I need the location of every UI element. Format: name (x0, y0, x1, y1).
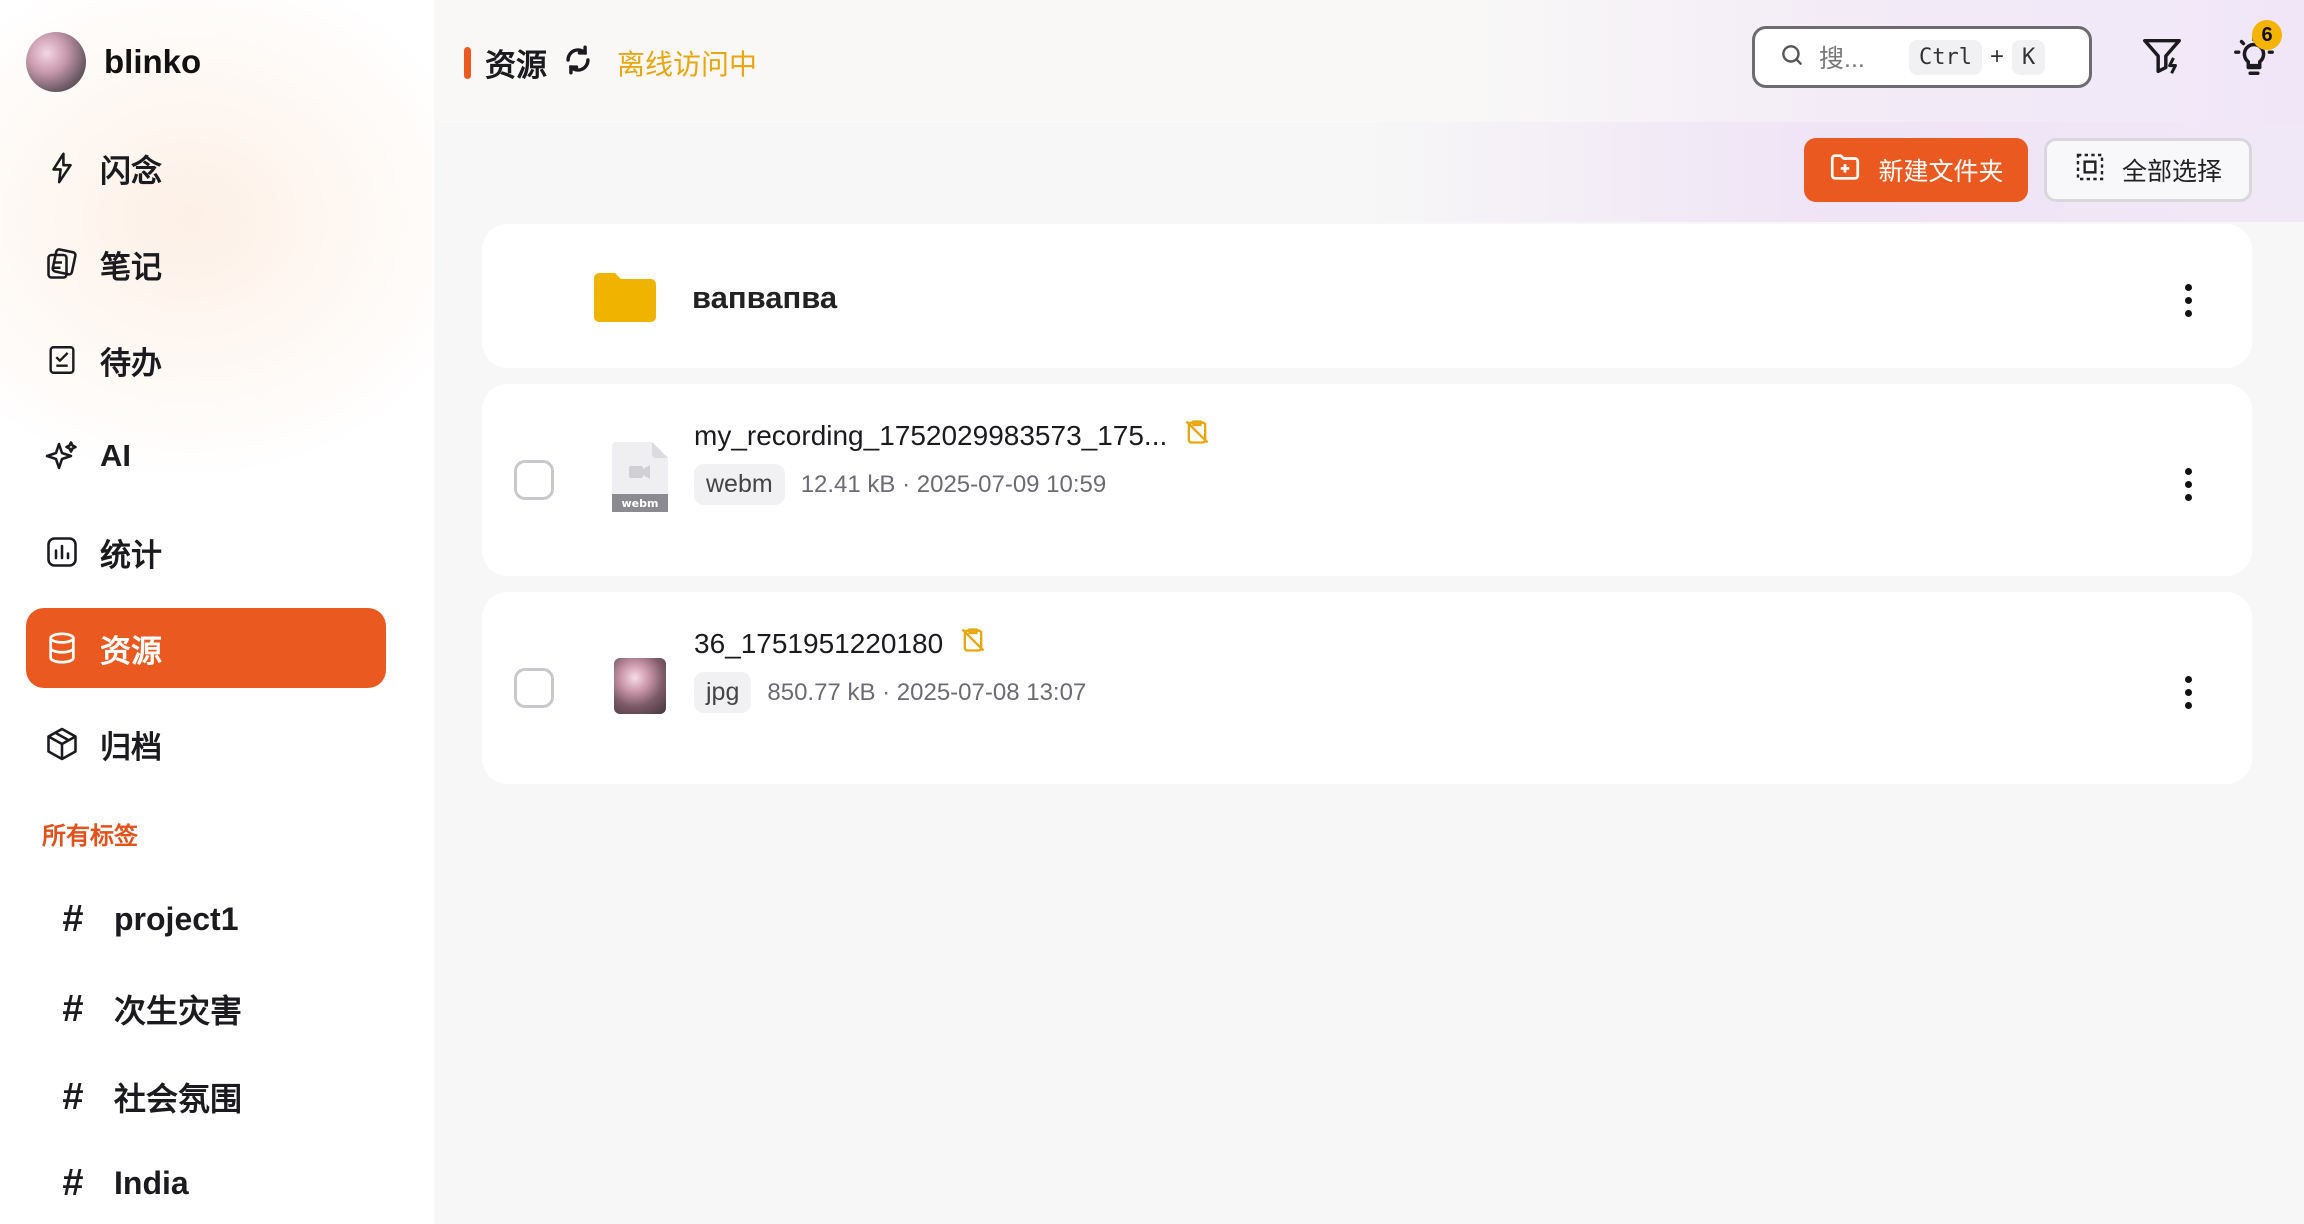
sparkle-icon (42, 436, 82, 476)
flash-icon (42, 148, 82, 188)
offline-status: 离线访问中 (617, 48, 758, 80)
hash-icon: # (62, 1075, 84, 1118)
filter-button[interactable] (2132, 28, 2192, 88)
nav-label: 闪念 (100, 153, 162, 189)
avatar (26, 32, 86, 92)
select-all-icon (2074, 151, 2106, 190)
more-options-icon[interactable] (2182, 284, 2194, 317)
folder-plus-icon (1828, 150, 1862, 191)
page-header: 资源 离线访问中 (464, 40, 757, 85)
nav-item-resources[interactable]: 资源 (26, 608, 386, 688)
image-thumbnail (614, 658, 666, 714)
folder-name: вапвапва (692, 280, 838, 315)
kbd-ctrl: Ctrl (1909, 39, 1982, 75)
nav-item-ai[interactable]: AI (26, 416, 386, 496)
tags-heading: 所有标签 (42, 823, 138, 850)
more-options-icon[interactable] (2182, 676, 2194, 709)
file-name-text: 36_1751951220180 (694, 627, 944, 659)
database-icon (42, 628, 82, 668)
select-all-button[interactable]: 全部选择 (2044, 138, 2252, 202)
svg-text:webm: webm (622, 497, 659, 510)
file-name: 36_1751951220180 (694, 626, 987, 661)
tag-item[interactable]: # project1 (56, 898, 238, 941)
file-ext-badge: webm (694, 464, 785, 505)
unlinked-icon (1183, 418, 1211, 453)
tag-item[interactable]: # 社会氛围 (56, 1074, 242, 1120)
file-card[interactable]: webm my_recording_1752029983573_175... w… (482, 384, 2252, 576)
notification-badge: 6 (2252, 20, 2282, 50)
more-options-icon[interactable] (2182, 468, 2194, 501)
stats-icon (42, 532, 82, 572)
file-checkbox[interactable] (514, 460, 554, 500)
shortcut-hint: Ctrl + K (1909, 39, 2046, 75)
file-checkbox[interactable] (514, 668, 554, 708)
tag-label: project1 (114, 901, 239, 937)
hash-icon: # (62, 1162, 84, 1204)
kbd-k: K (2012, 39, 2046, 75)
nav-label: 统计 (100, 537, 162, 573)
brand-name: blinko (104, 43, 202, 80)
file-ext-badge: jpg (694, 672, 752, 713)
file-size-date: 12.41 kB · 2025-07-09 10:59 (800, 470, 1107, 498)
search-placeholder: 搜... (1819, 45, 1865, 73)
file-size-date: 850.77 kB · 2025-07-08 13:07 (767, 678, 1087, 706)
notes-icon (42, 244, 82, 284)
nav-label: AI (100, 438, 131, 473)
tag-label: 社会氛围 (114, 1081, 243, 1117)
nav-item-archive[interactable]: 归档 (26, 704, 386, 784)
kbd-plus: + (1989, 43, 2004, 70)
nav-item-stats[interactable]: 统计 (26, 512, 386, 592)
file-meta: webm 12.41 kB · 2025-07-09 10:59 (694, 464, 1106, 505)
sidebar: blinko 闪念 笔记 待办 AI 统计 资源 归档 所有标签 # proje… (0, 0, 434, 1224)
file-name-text: my_recording_1752029983573_175... (694, 419, 1168, 451)
notifications-button[interactable]: 6 (2224, 20, 2284, 88)
todo-icon (42, 340, 82, 380)
nav-label: 待办 (100, 345, 162, 381)
hash-icon: # (62, 898, 84, 940)
brand[interactable]: blinko (26, 32, 201, 92)
tag-item[interactable]: # India (56, 1162, 189, 1205)
hash-icon: # (62, 987, 84, 1030)
archive-box-icon (42, 724, 82, 764)
nav-label: 归档 (100, 729, 162, 765)
file-name: my_recording_1752029983573_175... (694, 418, 1211, 453)
filter-icon (2139, 33, 2185, 84)
nav-item-todo[interactable]: 待办 (26, 320, 386, 400)
nav-label: 资源 (100, 633, 162, 669)
folder-icon (594, 272, 656, 327)
new-folder-button[interactable]: 新建文件夹 (1804, 138, 2028, 202)
tag-item[interactable]: # 次生灾害 (56, 986, 242, 1032)
nav-item-flash[interactable]: 闪念 (26, 128, 386, 208)
page-title: 资源 (485, 48, 547, 83)
tag-label: 次生灾害 (114, 993, 243, 1029)
new-folder-label: 新建文件夹 (1878, 158, 2004, 186)
sync-icon[interactable] (561, 43, 595, 82)
topbar: 资源 离线访问中 搜... Ctrl + K 6 (434, 0, 2304, 122)
nav-label: 笔记 (100, 249, 162, 285)
tag-label: India (114, 1165, 189, 1201)
nav-item-notes[interactable]: 笔记 (26, 224, 386, 304)
search-icon (1779, 42, 1805, 73)
folder-card[interactable]: вапвапва (482, 224, 2252, 368)
unlinked-icon (959, 626, 987, 661)
search-input[interactable]: 搜... Ctrl + K (1752, 26, 2092, 88)
title-accent-bar (464, 46, 471, 79)
main-content: 资源 离线访问中 搜... Ctrl + K 6 新建文件夹 全部选择 вапв… (434, 0, 2304, 1224)
select-all-label: 全部选择 (2121, 158, 2222, 186)
video-file-icon: webm (612, 442, 668, 512)
file-card[interactable]: 36_1751951220180 jpg 850.77 kB · 2025-07… (482, 592, 2252, 784)
file-meta: jpg 850.77 kB · 2025-07-08 13:07 (694, 672, 1086, 713)
